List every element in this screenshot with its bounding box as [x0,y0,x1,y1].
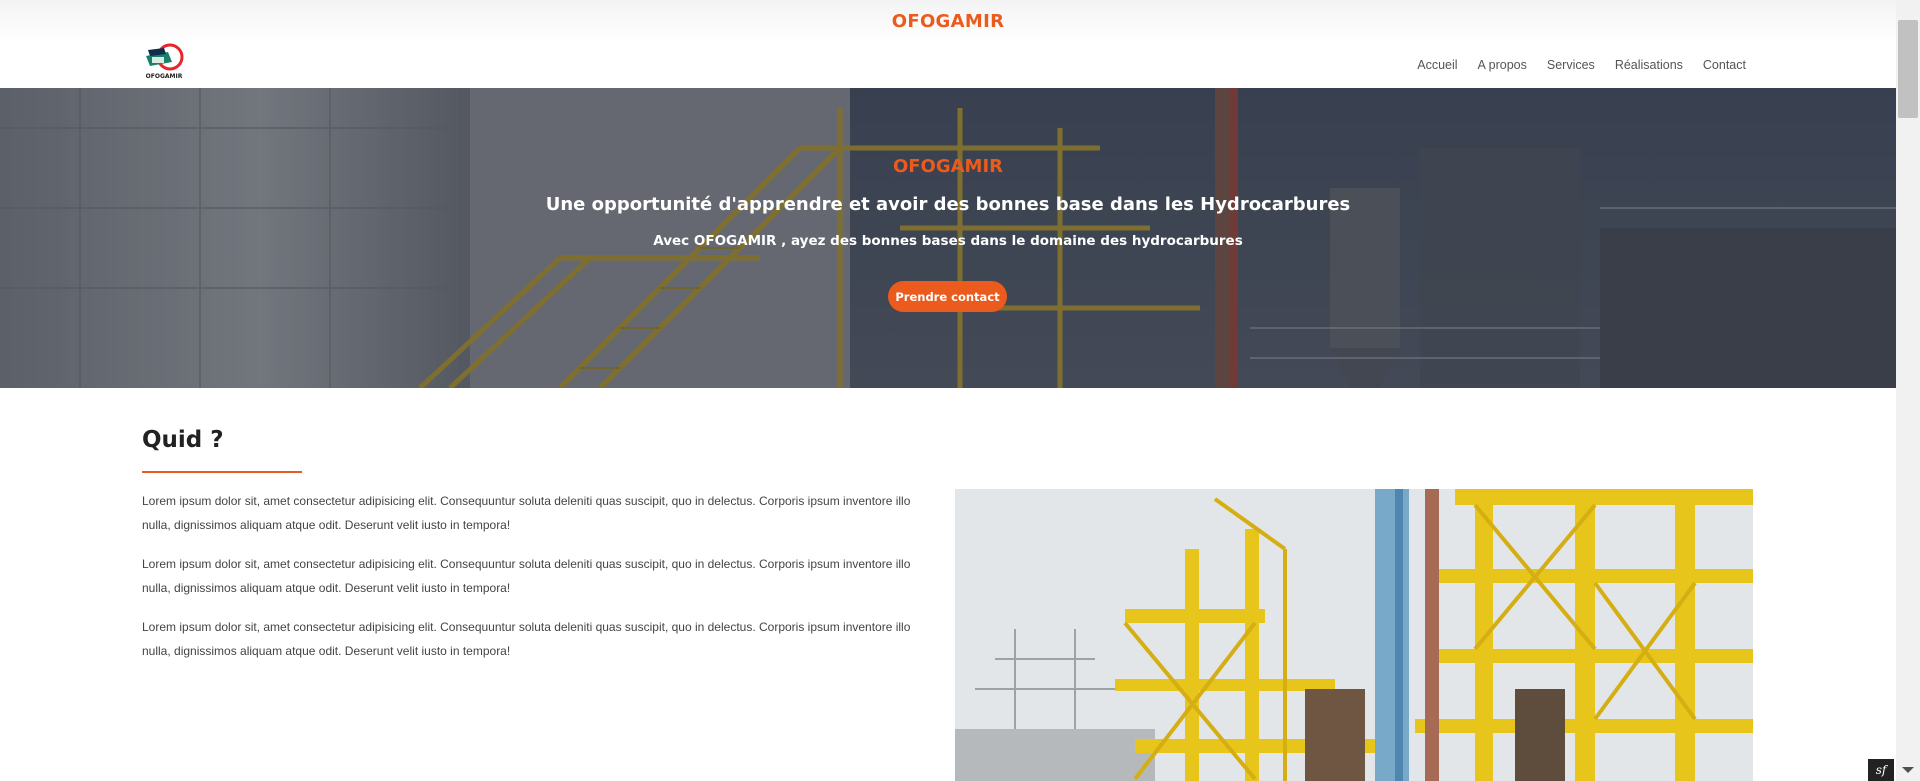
hero-brand: OFOGAMIR [892,156,1004,177]
chevron-down-icon[interactable] [1902,767,1914,773]
nav-item-contact[interactable]: Contact [1703,58,1746,72]
svg-text:OFOGAMIR: OFOGAMIR [146,73,183,80]
hero-title: Une opportunité d'apprendre et avoir des… [545,194,1351,215]
site-header: OFOGAMIR Accueil A propos Services Réali… [0,42,1896,88]
site-brand-title: OFOGAMIR [891,10,1005,32]
about-paragraph: Lorem ipsum dolor sit, amet consectetur … [142,494,911,532]
about-paragraph: Lorem ipsum dolor sit, amet consectetur … [142,620,911,658]
main-nav: Accueil A propos Services Réalisations C… [1417,42,1746,88]
hero-banner: OFOGAMIR Une opportunité d'apprendre et … [0,88,1896,388]
about-paragraph: Lorem ipsum dolor sit, amet consectetur … [142,557,911,595]
hero-subtitle: Avec OFOGAMIR , ayez des bonnes bases da… [653,233,1243,249]
contact-cta-button[interactable]: Prendre contact [888,281,1007,312]
site-logo[interactable]: OFOGAMIR [142,42,186,84]
nav-item-accueil[interactable]: Accueil [1417,58,1457,72]
title-underline [142,471,302,473]
top-brand-bar: OFOGAMIR [0,0,1896,42]
scrollbar-thumb[interactable] [1898,20,1918,118]
symfony-icon[interactable]: sf [1868,759,1894,781]
nav-item-a-propos[interactable]: A propos [1478,58,1527,72]
offshore-platform-picture [955,489,1753,781]
page-scrollbar[interactable] [1896,0,1920,781]
hero-content: OFOGAMIR Une opportunité d'apprendre et … [0,88,1896,388]
offshore-platform-image [955,489,1753,781]
section-title: Quid ? [142,427,224,453]
nav-item-services[interactable]: Services [1547,58,1595,72]
nav-item-realisations[interactable]: Réalisations [1615,58,1683,72]
ofogamir-logo-icon: OFOGAMIR [146,43,184,80]
